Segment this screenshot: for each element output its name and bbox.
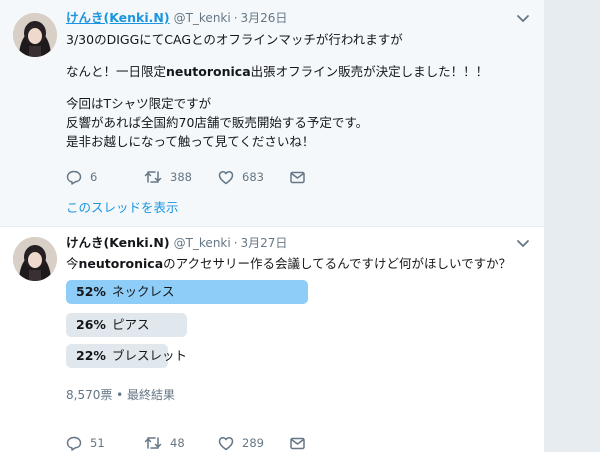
like-button[interactable]: 683 [218,168,264,186]
author-name[interactable]: けんき(Kenki.N) [66,235,170,250]
tweet-text: 3/30のDIGGにてCAGとのオフラインマッチが行われますが なんと！一日限定… [66,30,488,151]
like-icon [218,170,234,184]
tweet[interactable]: けんき(Kenki.N) @T_kenki · 3月27日 今neutoronicaの… [0,227,544,452]
tweet-header: けんき(Kenki.N) @T_kenki · 3月26日 [66,9,287,27]
chevron-down-icon[interactable] [516,14,530,24]
retweet-count: 48 [170,436,185,450]
tweet-line: 反響があれば全国約70店舗で販売開始する予定です。 [66,115,369,130]
like-count: 683 [242,170,264,184]
like-button[interactable]: 289 [218,434,264,452]
text-segment: 出張オフライン販売が決定しました！！！ [250,64,489,79]
tweet-line: 是非お越しになって触って見てくださいね！ [66,134,315,149]
tweet-line: 3/30のDIGGにてCAGとのオフラインマッチが行われますが [66,32,403,47]
poll-choice: 22% ブレスレット [66,344,308,368]
separator: · [233,11,238,25]
chevron-down-icon[interactable] [516,239,530,249]
poll-option-label: ネックレス [112,284,175,299]
tweet-date[interactable]: 3月26日 [241,11,288,25]
line-break [66,81,488,94]
like-icon [218,436,234,450]
poll-results-meta: 8,570票 • 最終結果 [66,388,176,402]
poll-option-label: ピアス [112,317,150,332]
tweet-text: 今neutoronicaのアクセサリー作る会議してるんですけど何がほしいですか？ [66,254,511,273]
poll-percent: 52% [76,284,106,299]
reply-icon [66,436,82,451]
author-handle[interactable]: @T_kenki [174,11,231,25]
author-name[interactable]: けんき(Kenki.N) [66,10,170,25]
brand-name: neutoronica [166,64,251,79]
tweet-line: なんと！一日限定neutoronica出張オフライン販売が決定しました！！！ [66,62,488,81]
reply-button[interactable]: 51 [66,434,105,452]
text-segment: のアクセサリー作る会議してるんですけど何がほしいですか？ [163,256,512,271]
retweet-button[interactable]: 48 [144,434,185,452]
direct-message-button[interactable] [290,434,313,452]
author-handle[interactable]: @T_kenki [174,236,231,250]
tweet-header: けんき(Kenki.N) @T_kenki · 3月27日 [66,234,287,252]
poll-choice: 26% ピアス [66,313,308,337]
reply-icon [66,170,82,185]
direct-message-icon [290,171,305,183]
timeline: けんき(Kenki.N) @T_kenki · 3月26日 3/30のDIGGにてCA… [0,0,544,452]
avatar[interactable] [13,13,57,57]
text-segment: なんと！一日限定 [66,64,167,79]
tweet[interactable]: けんき(Kenki.N) @T_kenki · 3月26日 3/30のDIGGにてCA… [0,0,544,227]
retweet-icon [144,437,162,449]
tweet-line: 今回はTシャツ限定ですが [66,96,212,111]
like-count: 289 [242,436,264,450]
retweet-button[interactable]: 388 [144,168,192,186]
poll-percent: 26% [76,317,106,332]
tweet-actions: 6 388 683 [66,168,326,186]
poll-percent: 22% [76,348,106,363]
tweet-line: 今neutoronicaのアクセサリー作る会議してるんですけど何がほしいですか？ [66,254,511,273]
separator: · [233,236,238,250]
line-break [66,49,488,62]
retweet-count: 388 [170,170,192,184]
reply-count: 6 [90,170,98,184]
reply-count: 51 [90,436,105,450]
avatar[interactable] [13,237,57,281]
poll-option-label: ブレスレット [112,348,188,363]
show-thread-link[interactable]: このスレッドを表示 [66,197,179,216]
direct-message-button[interactable] [290,168,313,186]
tweet-date[interactable]: 3月27日 [241,236,288,250]
direct-message-icon [290,437,305,449]
brand-name: neutoronica [78,256,164,271]
poll-choice: 52% ネックレス [66,280,308,304]
reply-button[interactable]: 6 [66,168,97,186]
retweet-icon [144,171,162,183]
tweet-actions: 51 48 289 [66,434,326,452]
text-segment: 今 [66,256,79,271]
